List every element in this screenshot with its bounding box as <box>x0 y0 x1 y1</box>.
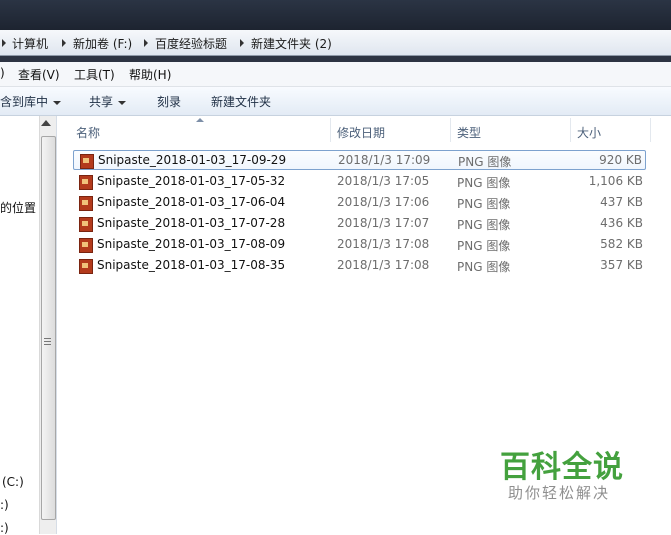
file-type: PNG 图像 <box>457 260 511 274</box>
breadcrumb-arrow-icon[interactable] <box>144 39 148 47</box>
file-size: 1,106 KB <box>588 174 643 188</box>
file-row[interactable]: Snipaste_2018-01-03_17-08-09 2018/1/3 17… <box>73 235 646 255</box>
menu-tools[interactable]: 工具(T) <box>74 66 115 83</box>
column-divider[interactable] <box>650 118 651 142</box>
file-name: Snipaste_2018-01-03_17-09-29 <box>98 153 287 167</box>
breadcrumb-arrow-icon[interactable] <box>62 39 66 47</box>
burn-button[interactable]: 刻录 <box>157 93 181 110</box>
png-image-file-icon <box>80 154 94 169</box>
file-type: PNG 图像 <box>458 155 512 169</box>
file-date: 2018/1/3 17:09 <box>338 153 431 167</box>
include-in-library-button[interactable]: 含到库中 <box>0 93 62 110</box>
column-header-date[interactable]: 修改日期 <box>337 124 385 141</box>
menu-edit-fragment[interactable]: ) <box>0 66 5 80</box>
file-name: Snipaste_2018-01-03_17-08-09 <box>97 237 286 251</box>
png-image-file-icon <box>79 175 93 190</box>
scroll-up-arrow-icon[interactable] <box>41 120 51 126</box>
chevron-down-icon <box>53 100 62 105</box>
file-date: 2018/1/3 17:08 <box>337 258 430 272</box>
file-size: 436 KB <box>600 216 643 230</box>
chevron-down-icon <box>118 100 127 105</box>
nav-item-drive-2[interactable]: :) <box>0 498 9 512</box>
file-name: Snipaste_2018-01-03_17-08-35 <box>97 258 286 272</box>
breadcrumb-computer[interactable]: 计算机 <box>12 35 48 52</box>
file-name: Snipaste_2018-01-03_17-07-28 <box>97 216 286 230</box>
share-label: 共享 <box>89 95 114 109</box>
file-type: PNG 图像 <box>457 197 511 211</box>
file-date: 2018/1/3 17:08 <box>337 237 430 251</box>
nav-item-drive-3[interactable]: :) <box>0 521 9 535</box>
column-header-size[interactable]: 大小 <box>577 124 601 141</box>
sort-ascending-icon <box>196 118 204 122</box>
file-date: 2018/1/3 17:05 <box>337 174 430 188</box>
file-name: Snipaste_2018-01-03_17-05-32 <box>97 174 286 188</box>
file-size: 357 KB <box>600 258 643 272</box>
watermark-logo: 百科全说 助你轻松解决 <box>478 430 646 508</box>
scrollbar-grip-icon <box>44 338 51 346</box>
file-size: 920 KB <box>599 153 642 167</box>
include-in-library-label: 含到库中 <box>0 95 49 109</box>
file-size: 582 KB <box>600 237 643 251</box>
column-divider[interactable] <box>450 118 451 142</box>
png-image-file-icon <box>79 238 93 253</box>
file-type: PNG 图像 <box>457 218 511 232</box>
column-divider[interactable] <box>570 118 571 142</box>
breadcrumb-arrow-icon[interactable] <box>240 39 244 47</box>
window-title-bar <box>0 0 671 30</box>
column-header-type[interactable]: 类型 <box>457 124 481 141</box>
nav-item-drive-c[interactable]: (C:) <box>2 475 24 489</box>
file-type: PNG 图像 <box>457 176 511 190</box>
address-bar[interactable]: 计算机 新加卷 (F:) 百度经验标题 新建文件夹 (2) <box>0 30 671 56</box>
png-image-file-icon <box>79 196 93 211</box>
file-type: PNG 图像 <box>457 239 511 253</box>
watermark-title: 百科全说 <box>500 450 624 485</box>
breadcrumb-folder-baidu[interactable]: 百度经验标题 <box>155 35 227 52</box>
menu-view[interactable]: 查看(V) <box>18 66 60 83</box>
png-image-file-icon <box>79 217 93 232</box>
watermark-subtitle: 助你轻松解决 <box>508 484 611 502</box>
nav-item-locations[interactable]: 的位置 <box>0 199 36 216</box>
file-row[interactable]: Snipaste_2018-01-03_17-08-35 2018/1/3 17… <box>73 256 646 276</box>
file-date: 2018/1/3 17:06 <box>337 195 430 209</box>
command-bar: 含到库中 共享 刻录 新建文件夹 <box>0 87 671 116</box>
share-button[interactable]: 共享 <box>89 93 127 110</box>
breadcrumb-arrow-icon[interactable] <box>2 39 6 47</box>
new-folder-button[interactable]: 新建文件夹 <box>211 93 271 110</box>
menu-bar: ) 查看(V) 工具(T) 帮助(H) <box>0 62 671 87</box>
breadcrumb-drive-f[interactable]: 新加卷 (F:) <box>73 35 132 52</box>
file-name: Snipaste_2018-01-03_17-06-04 <box>97 195 286 209</box>
file-date: 2018/1/3 17:07 <box>337 216 430 230</box>
png-image-file-icon <box>79 259 93 274</box>
breadcrumb-current-folder[interactable]: 新建文件夹 (2) <box>251 35 332 52</box>
column-divider[interactable] <box>330 118 331 142</box>
scrollbar-thumb[interactable] <box>41 136 56 520</box>
file-row[interactable]: Snipaste_2018-01-03_17-06-04 2018/1/3 17… <box>73 193 646 213</box>
file-size: 437 KB <box>600 195 643 209</box>
file-row[interactable]: Snipaste_2018-01-03_17-05-32 2018/1/3 17… <box>73 172 646 192</box>
menu-help[interactable]: 帮助(H) <box>129 66 171 83</box>
column-header-name[interactable]: 名称 <box>76 124 100 141</box>
file-row[interactable]: Snipaste_2018-01-03_17-09-29 2018/1/3 17… <box>73 150 646 170</box>
file-row[interactable]: Snipaste_2018-01-03_17-07-28 2018/1/3 17… <box>73 214 646 234</box>
